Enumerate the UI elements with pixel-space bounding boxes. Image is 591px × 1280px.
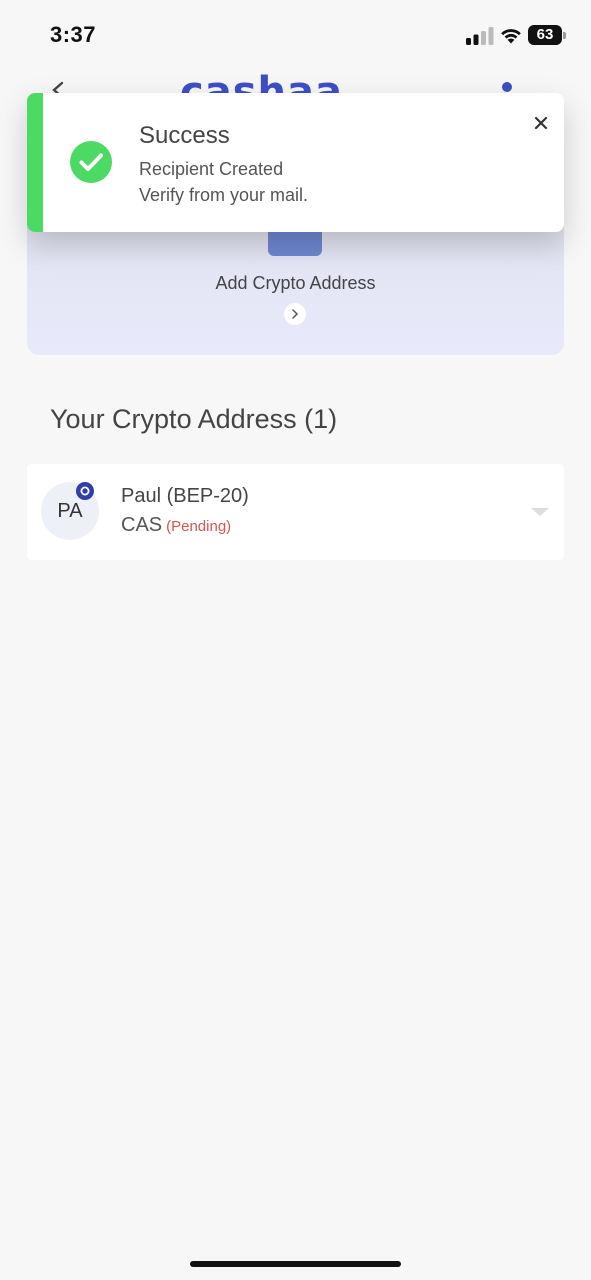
currency-code: CAS: [121, 514, 163, 536]
section-title: Your Crypto Address (1): [50, 404, 338, 434]
toast-accent-bar: [27, 93, 43, 232]
battery-level: 63: [536, 26, 554, 43]
toast-message: Recipient Created: [139, 159, 284, 179]
cellular-signal-icon: [466, 27, 494, 45]
chevron-down-icon[interactable]: [530, 506, 550, 518]
recipient-currency: CAS (Pending): [121, 514, 231, 537]
home-indicator[interactable]: [190, 1261, 401, 1267]
recipient-name: Paul (BEP-20): [121, 485, 249, 507]
list-item[interactable]: PA Paul (BEP-20) CAS (Pending): [27, 464, 564, 560]
network-badge-icon: [76, 482, 94, 500]
status-bar: 3:37 63: [0, 0, 591, 70]
battery-icon: 63: [528, 25, 568, 45]
check-circle-icon: [70, 141, 112, 183]
toast-title: Success: [139, 122, 230, 149]
chevron-right-icon: [292, 309, 299, 319]
close-icon[interactable]: [532, 114, 550, 132]
status-badge: (Pending): [166, 518, 232, 535]
add-crypto-address-button[interactable]: [284, 303, 306, 325]
wifi-icon: [501, 29, 521, 44]
toast-submessage: Verify from your mail.: [139, 185, 309, 205]
add-crypto-address-label: Add Crypto Address: [215, 273, 376, 293]
success-toast: Success Recipient Created Verify from yo…: [27, 93, 564, 232]
status-time: 3:37: [50, 22, 97, 47]
